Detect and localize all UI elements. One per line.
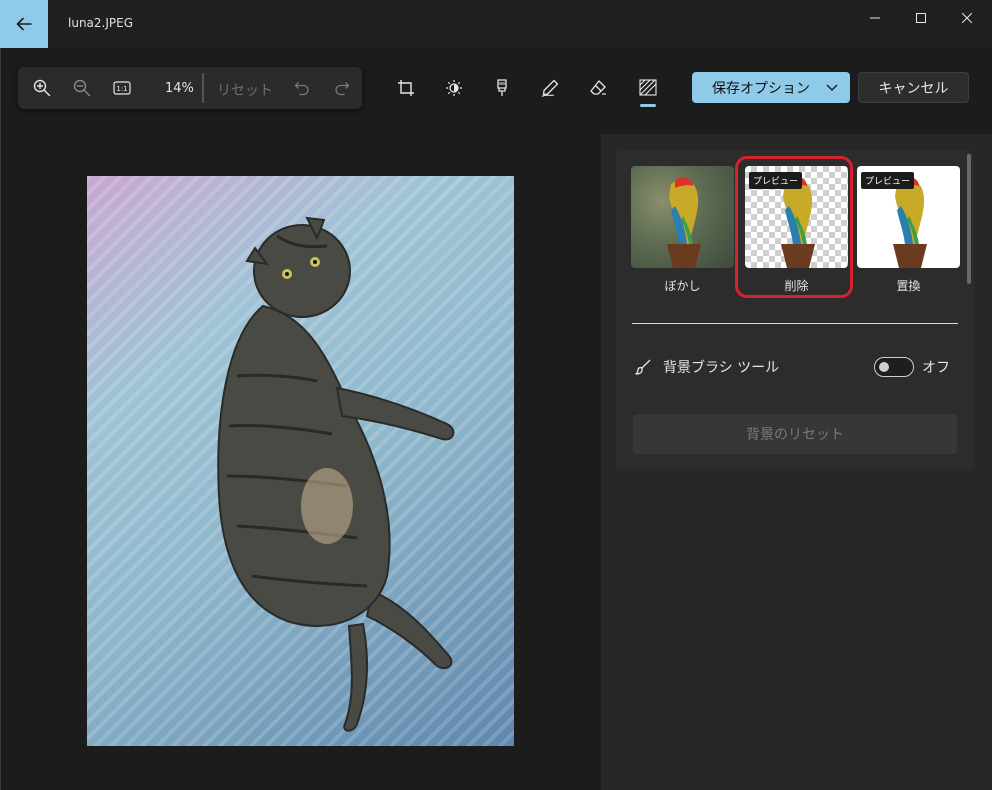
maximize-button[interactable] bbox=[898, 8, 944, 28]
zoom-in-icon bbox=[33, 79, 51, 97]
blur-option-label: ぼかし bbox=[664, 279, 701, 293]
zoom-in-button[interactable] bbox=[31, 78, 53, 98]
save-options-button[interactable]: 保存オプション bbox=[692, 72, 850, 103]
zoom-percent: 14% bbox=[165, 81, 194, 96]
minimize-button[interactable] bbox=[852, 8, 898, 28]
replace-option[interactable]: プレビュー bbox=[857, 166, 960, 268]
filter-tool[interactable] bbox=[489, 76, 515, 100]
reset-button[interactable]: リセット bbox=[217, 80, 273, 100]
crop-tool[interactable] bbox=[393, 76, 419, 100]
window-edge bbox=[0, 48, 1, 790]
undo-button[interactable] bbox=[291, 78, 313, 98]
blur-option[interactable] bbox=[631, 166, 734, 268]
erase-tool[interactable] bbox=[585, 76, 611, 100]
zoom-toolbar: 1:1 14% リセット bbox=[18, 67, 362, 109]
minimize-icon bbox=[870, 17, 880, 19]
reset-background-button[interactable]: 背景のリセット bbox=[633, 414, 957, 454]
preview-badge: プレビュー bbox=[861, 172, 915, 189]
background-brush-toggle[interactable] bbox=[874, 357, 914, 377]
actual-size-icon: 1:1 bbox=[113, 81, 131, 95]
actual-size-button[interactable]: 1:1 bbox=[111, 78, 133, 98]
photo-canvas[interactable] bbox=[87, 176, 514, 746]
active-tool-indicator bbox=[640, 104, 656, 107]
redo-icon bbox=[335, 82, 350, 96]
brush-icon bbox=[635, 359, 651, 375]
cat-photo bbox=[217, 216, 455, 732]
chevron-down-icon bbox=[826, 84, 838, 91]
panel-scrollbar[interactable] bbox=[967, 154, 971, 284]
undo-icon bbox=[294, 82, 309, 96]
toolbar-divider bbox=[202, 73, 204, 103]
filter-icon bbox=[497, 79, 507, 96]
highlight-annotation bbox=[735, 156, 853, 298]
maximize-icon bbox=[916, 13, 926, 23]
window-title: luna2.JPEG bbox=[68, 16, 134, 30]
cancel-button[interactable]: キャンセル bbox=[858, 72, 969, 103]
panel-divider bbox=[632, 323, 958, 324]
brightness-icon bbox=[446, 80, 462, 96]
crop-icon bbox=[398, 80, 414, 96]
save-options-label: 保存オプション bbox=[712, 80, 810, 97]
back-button[interactable] bbox=[0, 0, 48, 48]
background-icon bbox=[639, 79, 657, 96]
parrot-thumbnail bbox=[667, 177, 701, 268]
replace-option-label: 置換 bbox=[896, 279, 921, 293]
close-icon bbox=[962, 13, 972, 23]
svg-text:1:1: 1:1 bbox=[116, 85, 127, 93]
markup-icon bbox=[541, 79, 559, 97]
toggle-knob bbox=[879, 362, 889, 372]
background-brush-tool-label: 背景ブラシ ツール bbox=[663, 360, 780, 376]
close-button[interactable] bbox=[944, 8, 990, 28]
markup-tool[interactable] bbox=[537, 76, 563, 100]
arrow-left-icon bbox=[16, 17, 32, 31]
zoom-out-button[interactable] bbox=[71, 78, 93, 98]
toggle-state-label: オフ bbox=[922, 360, 950, 376]
erase-icon bbox=[590, 80, 606, 95]
background-tool[interactable] bbox=[635, 76, 661, 100]
zoom-out-icon bbox=[73, 79, 91, 97]
title-bar: luna2.JPEG bbox=[0, 0, 992, 48]
adjust-tool[interactable] bbox=[441, 76, 467, 100]
redo-button[interactable] bbox=[331, 78, 353, 98]
